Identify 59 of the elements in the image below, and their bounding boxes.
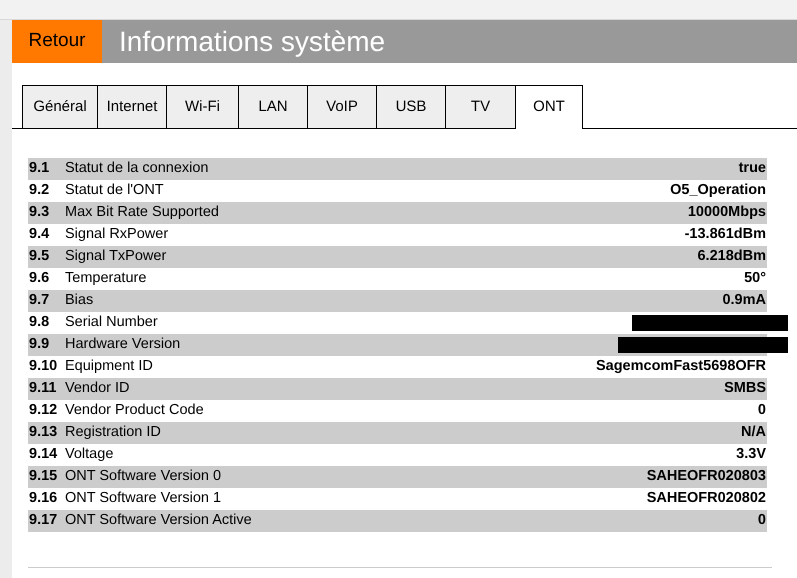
row-index: 9.15 bbox=[28, 467, 58, 486]
row-label: Signal RxPower bbox=[65, 225, 170, 244]
tab[interactable]: VoIP bbox=[307, 85, 376, 128]
row-index: 9.17 bbox=[28, 511, 58, 530]
tab[interactable]: Wi-Fi bbox=[166, 85, 238, 128]
row-label: Hardware Version bbox=[65, 335, 182, 354]
row-value: SAHEOFR020802 bbox=[646, 489, 767, 508]
row-value: 3.3V bbox=[736, 445, 767, 464]
row-index: 9.13 bbox=[28, 423, 58, 442]
row-value: N/A bbox=[741, 423, 767, 442]
row-value: 0.9mA bbox=[722, 291, 767, 310]
row-index: 9.10 bbox=[28, 357, 58, 376]
row-value: O5_Operation bbox=[670, 181, 767, 200]
row-value: SagemcomFast5698OFR bbox=[596, 357, 767, 376]
row-index: 9.14 bbox=[28, 445, 58, 464]
row-label: ONT Software Version 1 bbox=[65, 489, 222, 508]
page-title: Informations système bbox=[119, 24, 386, 59]
row-label: Statut de la connexion bbox=[65, 159, 210, 178]
row-value: 0 bbox=[758, 511, 767, 530]
row-label: Registration ID bbox=[65, 423, 162, 442]
row-label: Serial Number bbox=[65, 313, 159, 332]
row-label: Max Bit Rate Supported bbox=[65, 203, 220, 222]
row-index: 9.9 bbox=[28, 335, 50, 354]
row-value: 6.218dBm bbox=[697, 247, 767, 266]
row-index: 9.4 bbox=[28, 225, 50, 244]
back-button[interactable]: Retour bbox=[12, 20, 102, 63]
row-label: Signal TxPower bbox=[65, 247, 168, 266]
row-value: SAHEOFR020803 bbox=[646, 467, 767, 486]
row-label: Voltage bbox=[65, 445, 114, 464]
row-value: 50° bbox=[744, 269, 767, 288]
row-value: 0 bbox=[758, 401, 767, 420]
row-index: 9.2 bbox=[28, 181, 50, 200]
row-label: Temperature bbox=[65, 269, 148, 288]
row-index: 9.6 bbox=[28, 269, 50, 288]
row-index: 9.5 bbox=[28, 247, 50, 266]
row-index: 9.3 bbox=[28, 203, 50, 222]
row-index: 9.7 bbox=[28, 291, 50, 310]
row-label: Statut de l'ONT bbox=[65, 181, 165, 200]
tab[interactable]: Internet bbox=[97, 85, 166, 128]
tab[interactable]: Général bbox=[22, 85, 97, 128]
row-label: ONT Software Version Active bbox=[65, 511, 253, 530]
row-value: SMBS bbox=[724, 379, 767, 398]
row-label: Bias bbox=[65, 291, 94, 310]
row-index: 9.16 bbox=[28, 489, 58, 508]
tab[interactable]: LAN bbox=[238, 85, 307, 128]
row-label: ONT Software Version 0 bbox=[65, 467, 222, 486]
tab[interactable]: ONT bbox=[515, 85, 583, 129]
tab[interactable]: USB bbox=[376, 85, 445, 128]
row-index: 9.12 bbox=[28, 401, 58, 420]
row-index: 9.8 bbox=[28, 313, 50, 332]
row-label: Vendor ID bbox=[65, 379, 130, 398]
row-index: 9.1 bbox=[28, 159, 50, 178]
row-value: 10000Mbps bbox=[688, 203, 767, 222]
tab[interactable]: TV bbox=[445, 85, 515, 128]
row-label: Vendor Product Code bbox=[65, 401, 205, 420]
row-label: Equipment ID bbox=[65, 357, 154, 376]
row-value: -13.861dBm bbox=[684, 225, 767, 244]
row-value: true bbox=[738, 159, 767, 178]
row-index: 9.11 bbox=[28, 379, 58, 398]
